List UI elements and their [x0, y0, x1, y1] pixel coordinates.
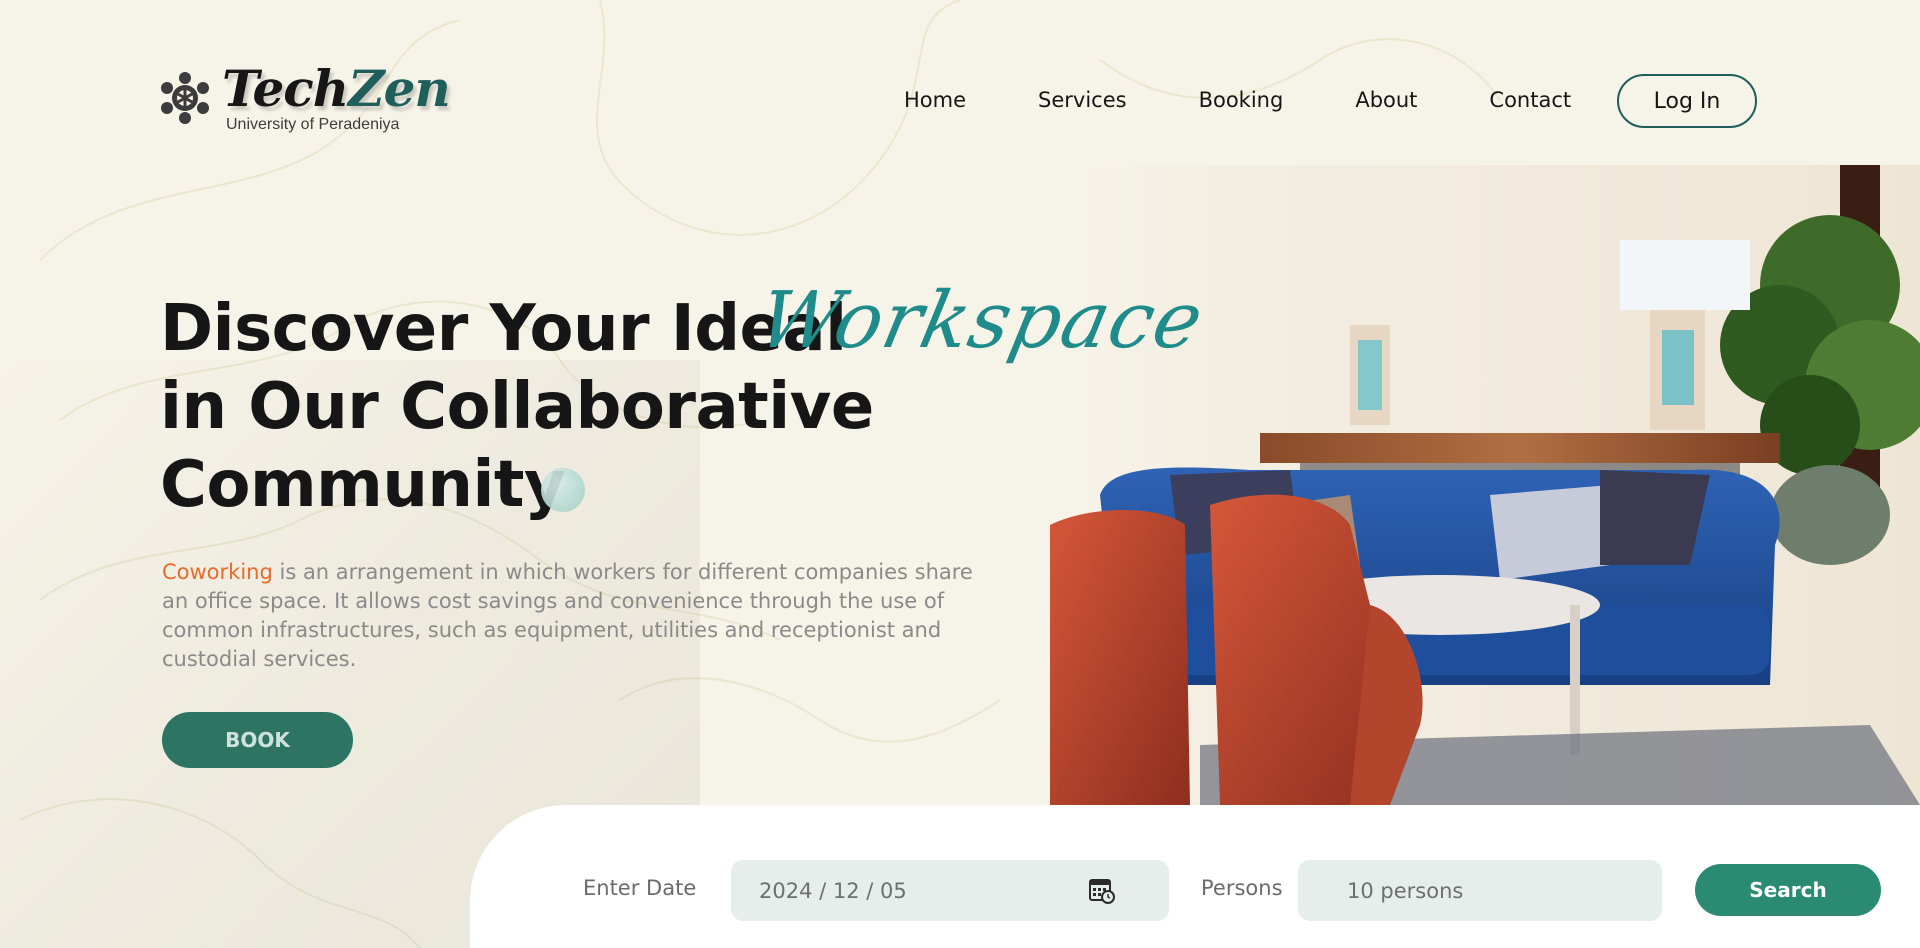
coworking-lounge-photo	[1050, 165, 1920, 805]
hero-title-line-3: Community	[160, 446, 874, 524]
brand-name: TechZen	[222, 59, 451, 118]
nav-booking[interactable]: Booking	[1199, 74, 1284, 126]
search-button[interactable]: Search	[1695, 864, 1881, 916]
calendar-clock-icon[interactable]	[1088, 877, 1116, 905]
main-nav: Home Services Booking About Contact	[904, 74, 1643, 126]
persons-label: Persons	[1201, 876, 1283, 900]
brand-name-part2: Zen	[348, 59, 451, 118]
date-label: Enter Date	[583, 876, 697, 900]
nav-about[interactable]: About	[1355, 74, 1417, 126]
hero-description-text: is an arrangement in which workers for d…	[162, 560, 973, 671]
nav-contact[interactable]: Contact	[1489, 74, 1571, 126]
hero-description-highlight: Coworking	[162, 560, 273, 584]
brand-logo[interactable]: TechZen University of Peradeniya	[160, 59, 451, 134]
book-button[interactable]: BOOK	[162, 712, 353, 768]
hero-script-word: Workspace	[750, 276, 1212, 366]
brand-name-part1: Tech	[222, 59, 349, 118]
accent-dot	[541, 468, 586, 512]
brand-subtitle: University of Peradeniya	[226, 116, 400, 133]
hero-title-line-3-text: Community	[160, 448, 566, 522]
persons-input[interactable]	[1298, 860, 1662, 921]
hero-description: Coworking is an arrangement in which wor…	[162, 558, 982, 674]
nav-home[interactable]: Home	[904, 74, 966, 126]
login-button[interactable]: Log In	[1617, 74, 1757, 128]
molecule-gear-icon	[161, 72, 209, 124]
hero-title-line-2: in Our Collaborative	[160, 370, 874, 444]
nav-services[interactable]: Services	[1038, 74, 1127, 126]
